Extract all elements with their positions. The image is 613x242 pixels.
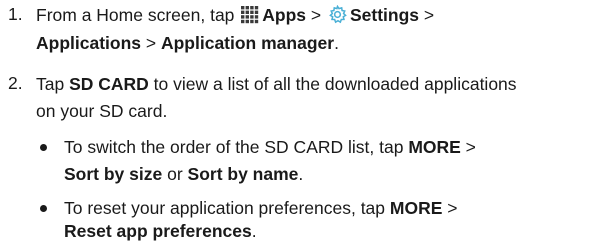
step-1-text: From a Home screen, tap xyxy=(36,5,240,25)
step-1-line-2: Applications > Application manager. xyxy=(36,32,339,54)
period-text: . xyxy=(298,164,304,184)
step-2-text-end: on your SD card. xyxy=(36,101,168,121)
sort-by-name-label: Sort by name xyxy=(187,164,299,184)
bullet-marker xyxy=(40,205,47,212)
applications-label: Applications xyxy=(36,33,142,53)
step-2-text-continued: to view a list of all the downloaded app… xyxy=(148,74,517,94)
bullet-1-line-1: To switch the order of the SD CARD list,… xyxy=(64,136,476,158)
separator-text: > xyxy=(306,5,326,25)
more-label: MORE xyxy=(389,198,443,218)
separator-text: > xyxy=(419,5,435,25)
step-1-line-1: From a Home screen, tap Apps > Settings … xyxy=(36,4,434,29)
separator-text: > xyxy=(141,33,161,53)
bullet-2-line-1: To reset your application preferences, t… xyxy=(64,197,457,219)
instructions-page: { "steps": [ { "number": "1.", "line1": … xyxy=(0,0,613,242)
period-text: . xyxy=(251,221,257,241)
separator-text: > xyxy=(442,198,458,218)
step-1-number: 1. xyxy=(8,4,23,24)
step-2-number: 2. xyxy=(8,73,23,93)
sort-by-size-label: Sort by size xyxy=(64,164,163,184)
step-2-line-2: on your SD card. xyxy=(36,100,167,122)
bullet-1-text: To switch the order of the SD CARD list,… xyxy=(64,137,409,157)
step-2-text: Tap xyxy=(36,74,70,94)
period-text: . xyxy=(334,33,339,53)
or-text: or xyxy=(162,164,188,184)
apps-label: Apps xyxy=(262,5,307,25)
bullet-1-line-2: Sort by size or Sort by name. xyxy=(64,163,303,185)
application-manager-label: Application manager xyxy=(160,33,335,53)
apps-grid-icon xyxy=(241,6,259,29)
reset-app-preferences-label: Reset app preferences xyxy=(64,221,252,241)
settings-gear-icon xyxy=(328,4,347,29)
more-label: MORE xyxy=(408,137,461,157)
bullet-2-line-2: Reset app preferences. xyxy=(64,220,257,242)
bullet-2-text: To reset your application preferences, t… xyxy=(64,198,390,218)
bullet-marker xyxy=(40,144,47,151)
separator-text: > xyxy=(460,137,476,157)
step-2-line-1: Tap SD CARD to view a list of all the do… xyxy=(36,73,517,95)
sd-card-label: SD CARD xyxy=(69,74,149,94)
settings-label: Settings xyxy=(349,5,420,25)
